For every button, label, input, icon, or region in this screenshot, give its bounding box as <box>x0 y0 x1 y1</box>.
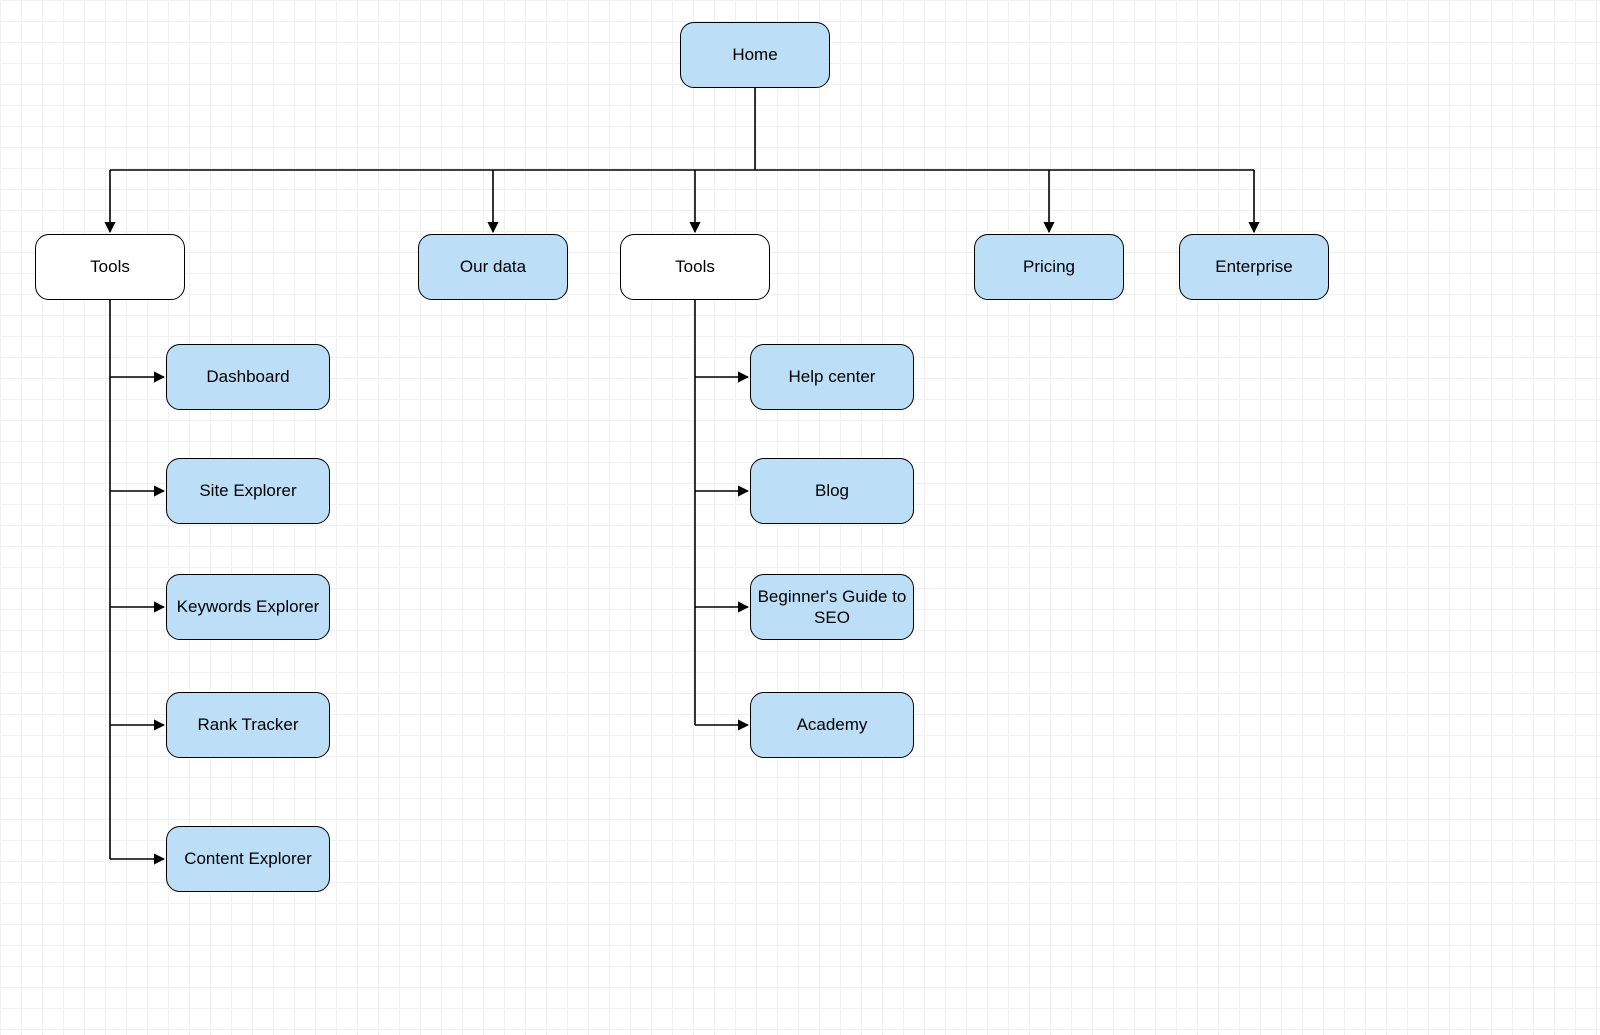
node-label: Beginner's Guide to SEO <box>757 586 907 629</box>
node-label: Our data <box>460 256 526 277</box>
node-label: Academy <box>797 714 868 735</box>
node-label: Blog <box>815 480 849 501</box>
node-label: Tools <box>675 256 715 277</box>
node-keywords-explorer[interactable]: Keywords Explorer <box>166 574 330 640</box>
node-label: Dashboard <box>206 366 289 387</box>
diagram-canvas[interactable]: Home Tools Our data Tools Pricing Enterp… <box>0 0 1600 1035</box>
node-label: Rank Tracker <box>197 714 298 735</box>
node-academy[interactable]: Academy <box>750 692 914 758</box>
node-label: Pricing <box>1023 256 1075 277</box>
node-blog[interactable]: Blog <box>750 458 914 524</box>
node-home[interactable]: Home <box>680 22 830 88</box>
node-dashboard[interactable]: Dashboard <box>166 344 330 410</box>
node-label: Tools <box>90 256 130 277</box>
node-rank-tracker[interactable]: Rank Tracker <box>166 692 330 758</box>
node-label: Content Explorer <box>184 848 312 869</box>
node-our-data[interactable]: Our data <box>418 234 568 300</box>
node-label: Help center <box>789 366 876 387</box>
node-label: Home <box>732 44 777 65</box>
node-label: Enterprise <box>1215 256 1292 277</box>
node-tools-left[interactable]: Tools <box>35 234 185 300</box>
node-label: Keywords Explorer <box>177 596 320 617</box>
node-help-center[interactable]: Help center <box>750 344 914 410</box>
node-content-explorer[interactable]: Content Explorer <box>166 826 330 892</box>
node-guide-seo[interactable]: Beginner's Guide to SEO <box>750 574 914 640</box>
node-site-explorer[interactable]: Site Explorer <box>166 458 330 524</box>
node-label: Site Explorer <box>199 480 296 501</box>
node-tools-mid[interactable]: Tools <box>620 234 770 300</box>
node-enterprise[interactable]: Enterprise <box>1179 234 1329 300</box>
node-pricing[interactable]: Pricing <box>974 234 1124 300</box>
